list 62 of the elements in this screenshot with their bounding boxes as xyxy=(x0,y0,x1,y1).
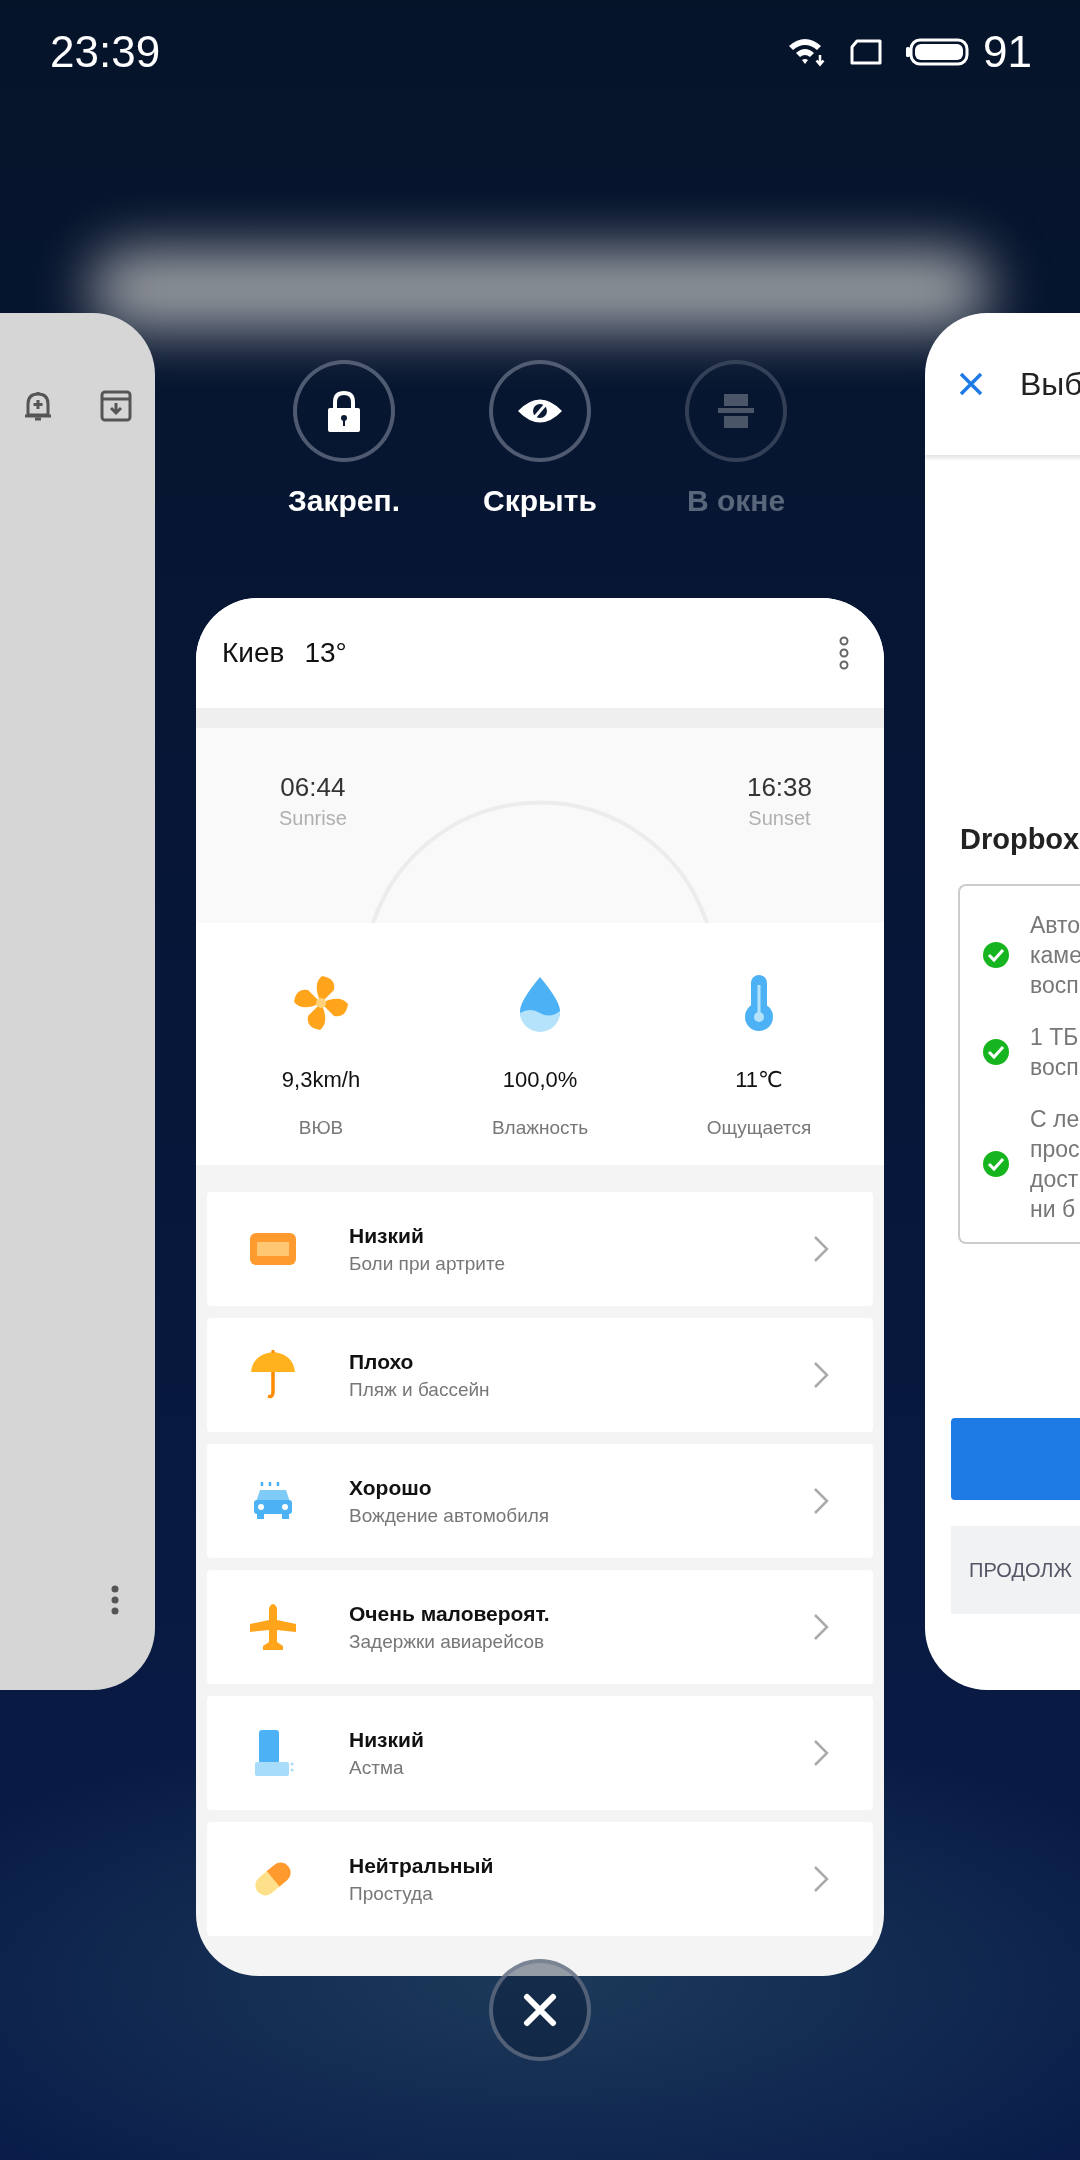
chevron-right-icon xyxy=(813,1361,829,1389)
clock: 23:39 xyxy=(50,27,161,77)
battery-icon xyxy=(905,38,970,66)
car-icon xyxy=(252,1480,294,1522)
stat-label: Влажность xyxy=(491,1117,589,1139)
check-circle-icon xyxy=(982,1038,1010,1066)
more-options-icon[interactable] xyxy=(110,1585,120,1615)
close-icon[interactable] xyxy=(958,371,984,397)
benefit-text: С ле прос дост ни б xyxy=(1030,1105,1080,1224)
heading: Dropbox xyxy=(960,823,1080,856)
list-item[interactable]: Низкий Астма xyxy=(207,1696,873,1810)
index-level: Низкий xyxy=(349,1223,425,1248)
list-item[interactable]: Низкий Боли при артрите xyxy=(207,1192,873,1306)
more-options-icon[interactable] xyxy=(838,636,850,670)
fan-icon xyxy=(292,973,350,1033)
list-item[interactable]: Очень маловероят. Задержки авиарейсов xyxy=(207,1570,873,1684)
list-item[interactable]: Плохо Пляж и бассейн xyxy=(207,1318,873,1432)
ticket-icon xyxy=(249,1231,297,1267)
index-level: Хорошо xyxy=(349,1475,433,1500)
bell-plus-icon[interactable] xyxy=(23,389,53,423)
split-window-icon xyxy=(716,392,756,430)
index-title: Пляж и бассейн xyxy=(349,1378,490,1401)
sim-card-icon xyxy=(849,39,884,65)
list-item[interactable]: Хорошо Вождение автомобиля xyxy=(207,1444,873,1558)
sun-label: Sunrise xyxy=(279,807,347,830)
benefit-text: 1 ТБ восп xyxy=(1030,1023,1079,1082)
stat-value: 9,3km/h xyxy=(281,1067,361,1093)
chevron-right-icon xyxy=(813,1235,829,1263)
chevron-right-icon xyxy=(813,1865,829,1893)
stat-label: ВЮВ xyxy=(298,1117,344,1139)
check-circle-icon xyxy=(982,1150,1010,1178)
chevron-right-icon xyxy=(813,1613,829,1641)
action-label: Закреп. xyxy=(288,484,400,518)
check-circle-icon xyxy=(982,941,1010,969)
sun-label: Sunset xyxy=(748,807,811,830)
index-title: Астма xyxy=(349,1756,405,1779)
stat-value: 11℃ xyxy=(735,1067,783,1093)
action-label: В окне xyxy=(686,484,786,518)
chevron-right-icon xyxy=(813,1487,829,1515)
stat-value: 100,0% xyxy=(502,1067,578,1093)
index-title: Вождение автомобиля xyxy=(349,1504,550,1527)
chevron-right-icon xyxy=(813,1739,829,1767)
umbrella-icon xyxy=(249,1350,297,1400)
index-level: Низкий xyxy=(349,1727,424,1752)
index-level: Нейтральный xyxy=(349,1853,494,1878)
stat-label: Ощущается xyxy=(706,1117,812,1139)
sun-time: 06:44 xyxy=(280,772,346,803)
index-level: Плохо xyxy=(349,1349,415,1374)
city-name: Киев xyxy=(222,637,285,669)
close-icon xyxy=(523,1993,557,2027)
list-item[interactable]: Нейтральный Простуда xyxy=(207,1822,873,1936)
sun-time: 16:38 xyxy=(746,772,812,803)
index-title: Боли при артрите xyxy=(349,1252,505,1275)
continue-button[interactable]: ПРОДОЛЖ xyxy=(951,1526,1080,1614)
archive-download-icon[interactable] xyxy=(100,390,132,422)
index-title: Простуда xyxy=(349,1882,434,1905)
airplane-icon xyxy=(249,1602,297,1652)
temperature: 13° xyxy=(304,637,347,669)
battery-percentage: 91 xyxy=(983,27,1032,77)
index-level: Очень маловероят. xyxy=(349,1601,550,1626)
index-title: Задержки авиарейсов xyxy=(349,1630,546,1653)
action-label: Скрыть xyxy=(483,484,597,518)
